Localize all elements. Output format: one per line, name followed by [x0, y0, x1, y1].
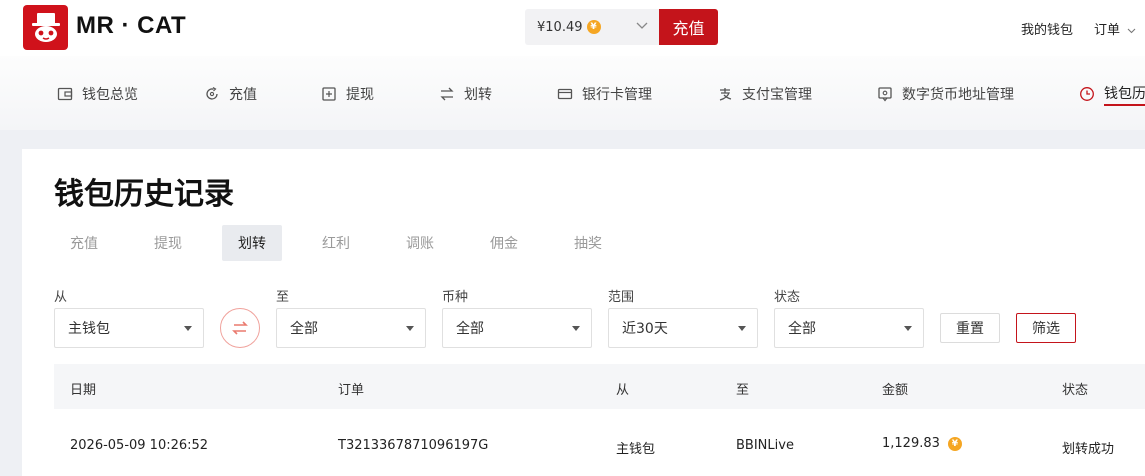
clock-icon — [1080, 87, 1094, 101]
table-row[interactable]: 2026-05-09 10:26:52 T3213367871096197G 主… — [54, 409, 1145, 476]
chevron-down-icon — [1127, 28, 1136, 34]
balance-value: ¥10.49 — [537, 19, 583, 35]
cell-order: T3213367871096197G — [338, 438, 489, 453]
nav-wallet-history[interactable]: 钱包历 — [1079, 83, 1145, 106]
tab-transfer[interactable]: 划转 — [222, 225, 282, 261]
top-header: MR · CAT ¥10.49 ¥ 充值 我的钱包 订单 — [0, 0, 1145, 56]
column-to: 至 — [736, 383, 750, 398]
range-label: 范围 — [608, 290, 635, 305]
status-select[interactable]: 全部 — [774, 308, 924, 348]
tab-adjustment[interactable]: 调账 — [390, 225, 450, 261]
reset-button[interactable]: 重置 — [940, 313, 1000, 343]
column-amount: 金额 — [882, 383, 909, 398]
column-from: 从 — [616, 383, 630, 398]
coin-icon: ¥ — [947, 436, 962, 451]
cell-from: 主钱包 — [616, 442, 656, 457]
cell-status: 划转成功 — [1062, 442, 1115, 457]
cell-to: BBINLive — [736, 438, 794, 453]
nav-wallet-overview[interactable]: 钱包总览 — [57, 83, 138, 105]
logo[interactable] — [23, 5, 68, 50]
status-label: 状态 — [774, 290, 801, 305]
nav-withdraw[interactable]: 提现 — [321, 83, 374, 105]
column-order: 订单 — [338, 383, 365, 398]
card-icon — [557, 88, 573, 100]
cell-amount: 1,129.83 ¥ — [882, 436, 962, 451]
caret-down-icon — [904, 326, 912, 331]
tab-topup[interactable]: 充值 — [54, 225, 114, 261]
tab-bonus[interactable]: 红利 — [306, 225, 366, 261]
column-status: 状态 — [1062, 383, 1089, 398]
swap-button[interactable] — [220, 308, 260, 348]
wallet-nav: 钱包总览 充值 提现 划转 银行卡管理 支付宝管理 数字货币地址管理 钱包历 — [0, 56, 1145, 130]
to-select[interactable]: 全部 — [276, 308, 426, 348]
orders-label: 订单 — [1094, 23, 1121, 38]
my-wallet-link[interactable]: 我的钱包 — [1021, 19, 1073, 38]
currency-label: 币种 — [442, 290, 469, 305]
location-icon — [878, 87, 892, 102]
nav-topup[interactable]: 充值 — [204, 83, 257, 105]
tab-lottery[interactable]: 抽奖 — [558, 225, 618, 261]
amount-value: 1,129.83 — [882, 436, 940, 451]
caret-down-icon — [572, 326, 580, 331]
currency-select[interactable]: 全部 — [442, 308, 592, 348]
tab-commission[interactable]: 佣金 — [474, 225, 534, 261]
page-title: 钱包历史记录 — [54, 177, 234, 212]
cat-logo-icon — [31, 12, 60, 42]
chevron-down-icon — [636, 22, 648, 29]
caret-down-icon — [184, 326, 192, 331]
tab-withdraw[interactable]: 提现 — [138, 225, 198, 261]
filter-button[interactable]: 筛选 — [1016, 313, 1076, 343]
caret-down-icon — [406, 326, 414, 331]
brand-name: MR · CAT — [76, 12, 187, 39]
range-select[interactable]: 近30天 — [608, 308, 758, 348]
from-label: 从 — [54, 290, 68, 305]
nav-bank-card[interactable]: 银行卡管理 — [557, 83, 652, 105]
from-select[interactable]: 主钱包 — [54, 308, 204, 348]
to-label: 至 — [276, 290, 290, 305]
orders-menu[interactable]: 订单 — [1094, 19, 1136, 38]
nav-transfer[interactable]: 划转 — [439, 83, 492, 105]
wallet-history-card: 钱包历史记录 充值 提现 划转 红利 调账 佣金 抽奖 从 主钱包 至 全部 币… — [22, 149, 1145, 476]
refresh-coin-icon — [206, 86, 218, 100]
wallet-icon — [57, 87, 73, 101]
table-header: 日期 订单 从 至 金额 状态 — [54, 364, 1145, 409]
nav-crypto-address[interactable]: 数字货币地址管理 — [877, 83, 1014, 105]
coin-icon: ¥ — [586, 20, 601, 34]
transfer-arrows-icon — [440, 87, 454, 101]
swap-arrows-icon — [232, 321, 248, 335]
column-date: 日期 — [70, 383, 97, 398]
caret-down-icon — [738, 326, 746, 331]
cell-date: 2026-05-09 10:26:52 — [70, 438, 209, 453]
balance-dropdown[interactable]: ¥10.49 ¥ — [525, 9, 659, 45]
withdraw-icon — [322, 87, 336, 101]
topup-button[interactable]: 充值 — [659, 9, 718, 45]
nav-alipay[interactable]: 支付宝管理 — [717, 83, 812, 105]
alipay-icon — [719, 88, 732, 101]
